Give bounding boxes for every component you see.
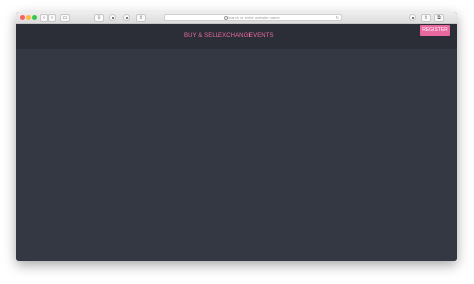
extension-circle-icon[interactable] xyxy=(123,14,130,21)
sidebar-toggle-button[interactable]: ▭ xyxy=(60,14,70,22)
browser-window: ‹ › ▭ ⇩ ⇪ Search or enter website name ↻… xyxy=(16,12,457,261)
nav-link-buy-sell[interactable]: BUY & SELL xyxy=(184,32,219,40)
share-button[interactable]: ⇪ xyxy=(421,14,431,22)
extension-button[interactable]: ⇩ xyxy=(94,14,104,22)
nav-link-events[interactable]: EVENTS xyxy=(249,32,274,40)
page-content xyxy=(16,49,457,261)
reload-icon[interactable]: ↻ xyxy=(336,15,339,20)
nav-link-exchange[interactable]: EXCHANGE xyxy=(218,32,252,40)
minimize-window-icon[interactable] xyxy=(26,15,31,20)
extension-circle-icon[interactable] xyxy=(409,14,416,21)
extension-circle-icon[interactable] xyxy=(109,14,116,21)
forward-button[interactable]: › xyxy=(48,14,56,22)
browser-toolbar: ‹ › ▭ ⇩ ⇪ Search or enter website name ↻… xyxy=(16,12,457,24)
register-button[interactable]: REGISTER xyxy=(420,25,450,36)
site-navbar: BUY & SELL EXCHANGE EVENTS xyxy=(16,24,457,49)
extension-arrow-button[interactable]: ⇪ xyxy=(136,14,146,22)
address-placeholder: Search or enter website name xyxy=(226,15,280,20)
tabs-overview-button[interactable]: ⧉ xyxy=(434,14,444,22)
zoom-window-icon[interactable] xyxy=(32,15,37,20)
back-button[interactable]: ‹ xyxy=(40,14,48,22)
close-window-icon[interactable] xyxy=(20,15,25,20)
address-bar[interactable]: Search or enter website name ↻ xyxy=(164,14,342,21)
